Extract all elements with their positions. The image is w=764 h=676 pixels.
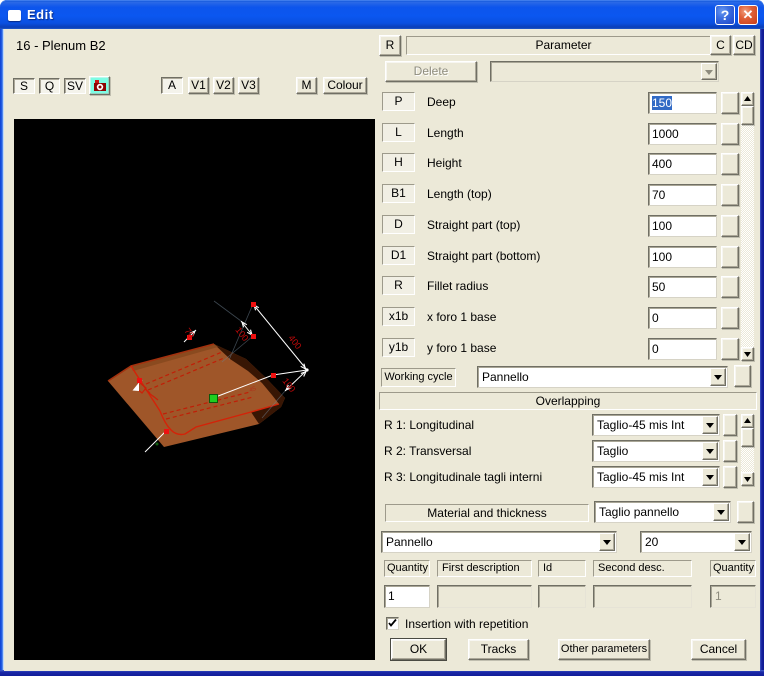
svg-text:100: 100: [280, 376, 297, 394]
svg-text:70: 70: [182, 326, 196, 340]
